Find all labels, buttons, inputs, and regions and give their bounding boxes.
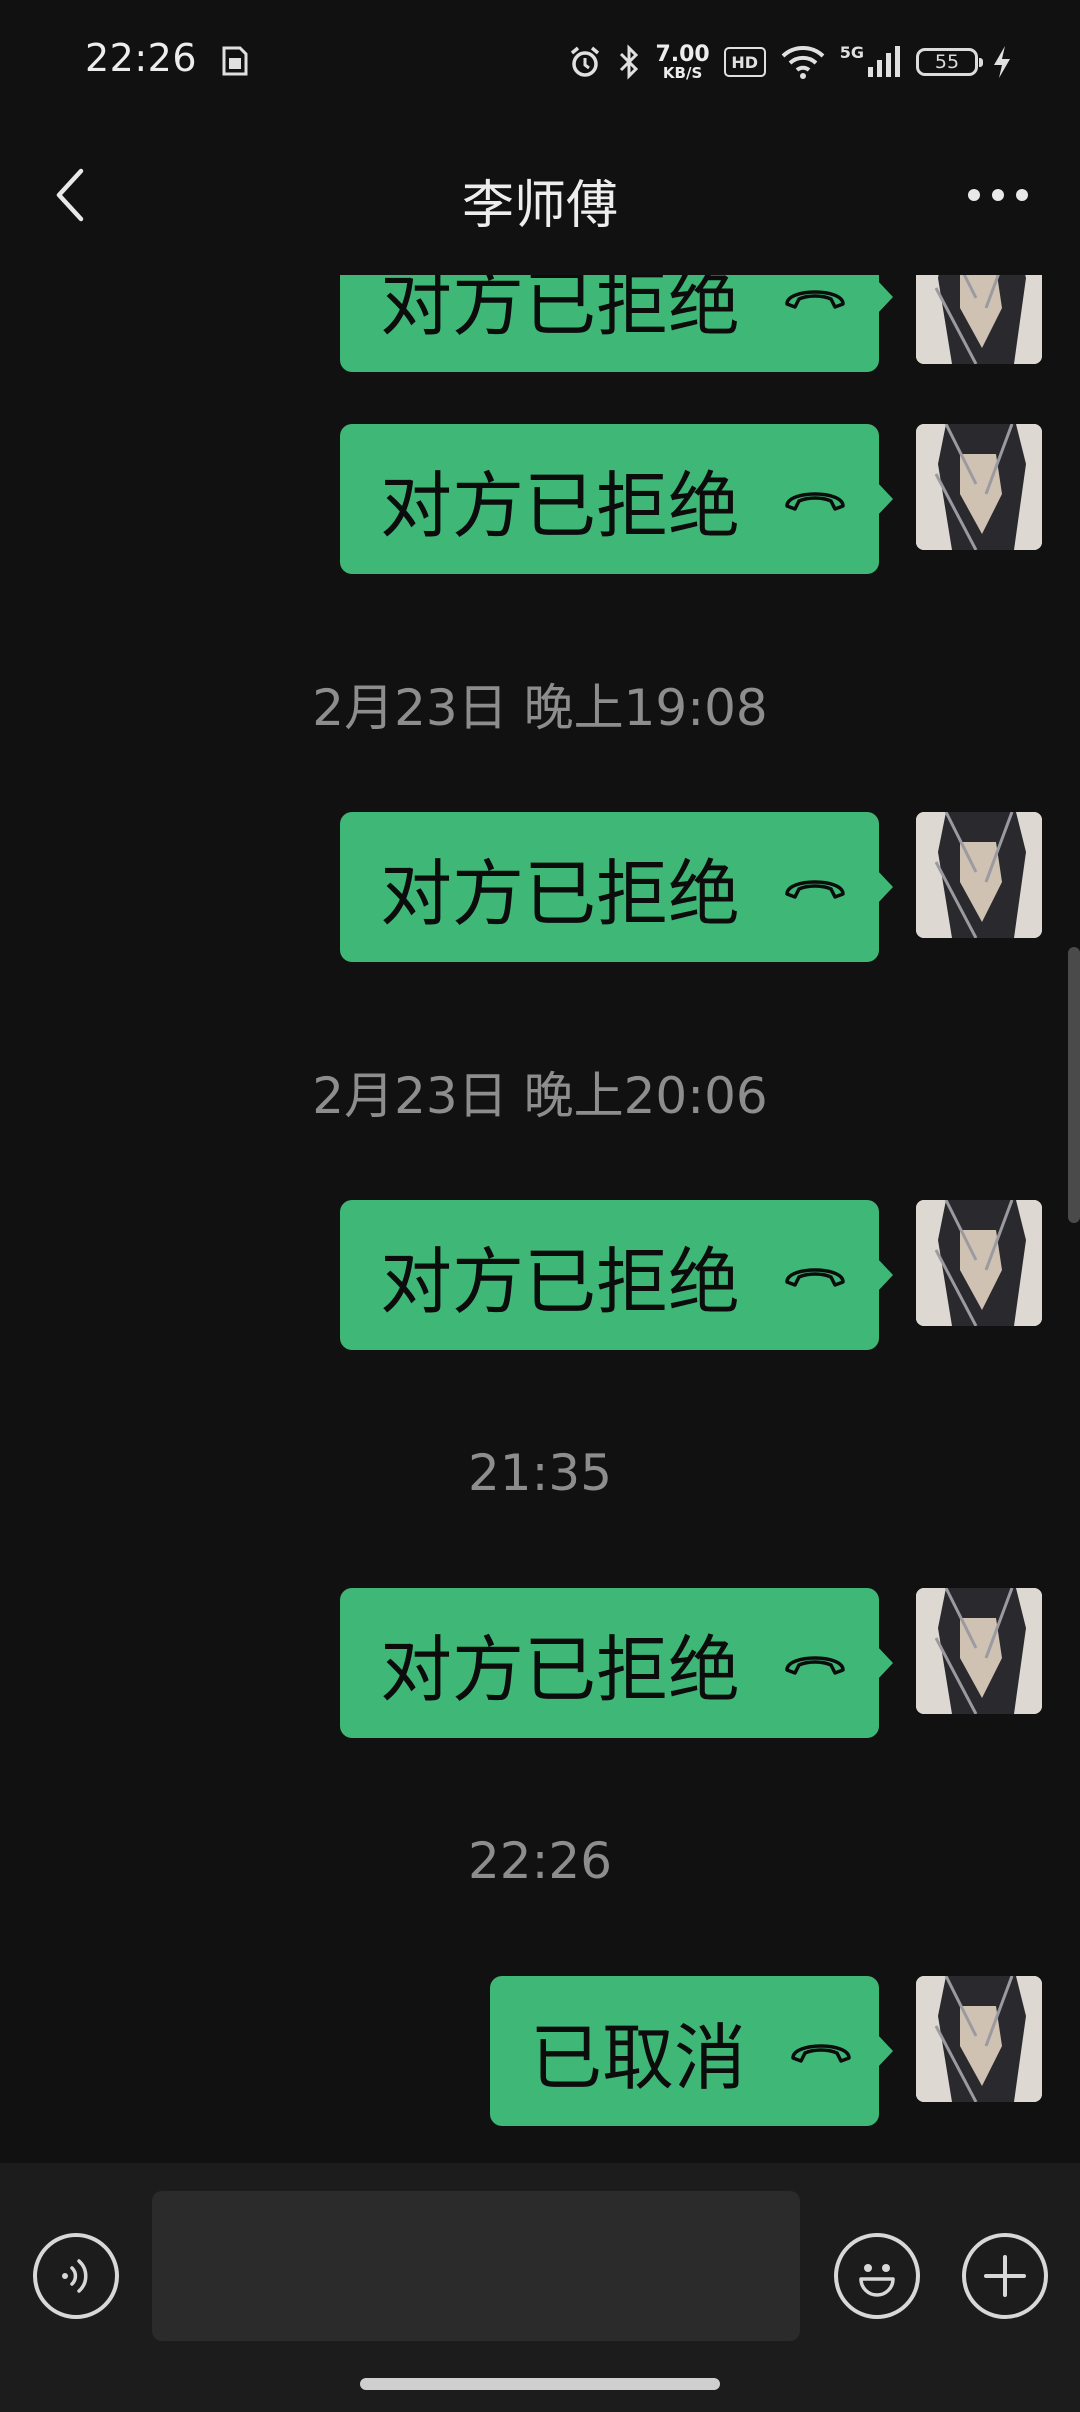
call-message-bubble[interactable]: 已取消 bbox=[490, 1976, 893, 2126]
voice-input-button[interactable] bbox=[33, 2233, 119, 2319]
back-button[interactable] bbox=[36, 155, 106, 235]
avatar-image bbox=[916, 424, 1042, 550]
timestamp: 2月23日 晚上19:08 bbox=[312, 679, 768, 737]
avatar-image bbox=[916, 1976, 1042, 2102]
signal-group: 5G bbox=[840, 45, 902, 79]
status-time: 22:26 bbox=[85, 36, 198, 80]
wifi-icon bbox=[781, 46, 825, 79]
call-message-bubble[interactable]: 对方已拒绝 bbox=[340, 1200, 893, 1350]
input-bar bbox=[0, 2163, 1080, 2412]
call-status-text: 对方已拒绝 bbox=[380, 463, 741, 548]
chevron-left-icon bbox=[56, 168, 84, 222]
plus-button[interactable] bbox=[962, 2233, 1048, 2319]
message-list[interactable]: 对方已拒绝 对方已拒绝 2月23日 晚上19:08 对方已拒绝 2月23日 晚上… bbox=[0, 275, 1080, 2163]
message-input[interactable] bbox=[152, 2191, 800, 2341]
charging-icon bbox=[994, 46, 1010, 78]
scrollbar-thumb[interactable] bbox=[1068, 947, 1080, 1223]
call-status-text: 对方已拒绝 bbox=[380, 1239, 741, 1324]
network-speed-value: 7.00 bbox=[655, 41, 710, 67]
chat-header: 李师傅 bbox=[0, 125, 1080, 275]
sim-card-icon bbox=[222, 46, 248, 76]
call-message-bubble[interactable]: 对方已拒绝 bbox=[340, 1588, 893, 1738]
call-message-bubble[interactable]: 对方已拒绝 bbox=[340, 424, 893, 574]
network-speed: 7.00 KB/S bbox=[655, 41, 710, 82]
voice-input-icon bbox=[62, 2259, 88, 2293]
hd-badge: HD bbox=[723, 47, 766, 77]
avatar-image bbox=[916, 1200, 1042, 1326]
call-status-text: 已取消 bbox=[530, 2015, 747, 2100]
call-message-bubble[interactable]: 对方已拒绝 bbox=[340, 275, 893, 372]
home-indicator[interactable] bbox=[360, 2378, 720, 2390]
timestamp: 21:35 bbox=[467, 1444, 613, 1502]
plus-icon bbox=[984, 2255, 1026, 2297]
signal-icon bbox=[868, 46, 900, 77]
avatar[interactable] bbox=[916, 1976, 1042, 2102]
hd-label: HD bbox=[731, 52, 759, 72]
call-message-bubble[interactable]: 对方已拒绝 bbox=[340, 812, 893, 962]
timestamp: 2月23日 晚上20:06 bbox=[312, 1067, 768, 1125]
avatar-image bbox=[916, 812, 1042, 938]
timestamp: 22:26 bbox=[467, 1832, 613, 1890]
call-status-text: 对方已拒绝 bbox=[380, 275, 741, 346]
phone-hangup-icon bbox=[791, 2044, 851, 2063]
call-status-text: 对方已拒绝 bbox=[380, 851, 741, 936]
phone-hangup-icon bbox=[785, 1268, 845, 1287]
more-button[interactable] bbox=[948, 155, 1048, 235]
avatar[interactable] bbox=[916, 1588, 1042, 1714]
bluetooth-icon bbox=[620, 44, 639, 80]
phone-hangup-icon bbox=[785, 880, 845, 899]
network-type: 5G bbox=[839, 43, 864, 62]
avatar[interactable] bbox=[916, 812, 1042, 938]
avatar[interactable] bbox=[916, 275, 1042, 364]
emoji-icon bbox=[859, 2264, 895, 2297]
emoji-button[interactable] bbox=[834, 2233, 920, 2319]
call-status-text: 对方已拒绝 bbox=[380, 1627, 741, 1712]
phone-hangup-icon bbox=[785, 1656, 845, 1675]
status-bar: 22:26 7.00 KB/S HD 5G 55 bbox=[0, 0, 1080, 125]
battery-level: 55 bbox=[934, 51, 960, 73]
status-icons: 7.00 KB/S HD 5G 55 bbox=[567, 38, 1012, 86]
phone-hangup-icon bbox=[785, 290, 845, 309]
network-speed-unit: KB/S bbox=[662, 63, 703, 82]
battery-icon: 55 bbox=[916, 48, 983, 76]
avatar[interactable] bbox=[916, 424, 1042, 550]
avatar-image bbox=[916, 275, 1042, 364]
more-dots-icon bbox=[968, 189, 1028, 201]
avatar-image bbox=[916, 1588, 1042, 1714]
chat-title: 李师傅 bbox=[461, 175, 618, 236]
avatar[interactable] bbox=[916, 1200, 1042, 1326]
phone-hangup-icon bbox=[785, 492, 845, 511]
alarm-icon bbox=[571, 46, 600, 77]
